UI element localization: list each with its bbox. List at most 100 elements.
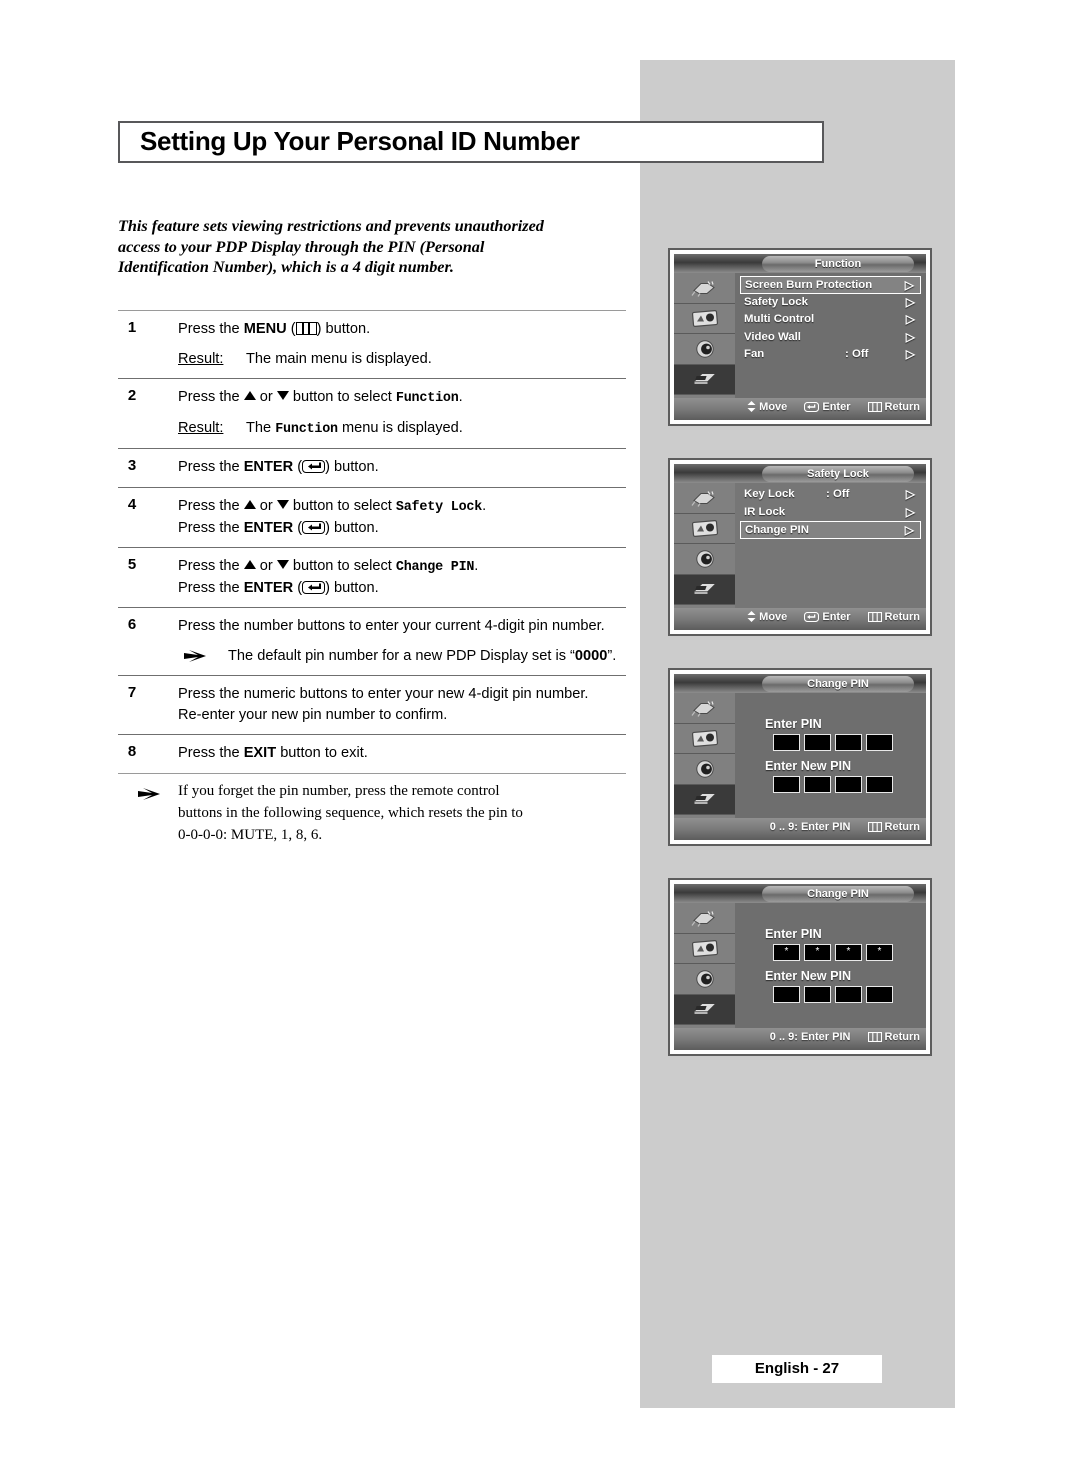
osd-item-label: Multi Control (744, 313, 815, 325)
key-label: ENTER (243, 520, 294, 536)
hint-enter: Enter (804, 611, 850, 625)
osd-menu-item[interactable]: IR Lock ▷ (740, 504, 921, 522)
arrow-up-icon (243, 560, 256, 569)
input-plug-icon[interactable] (674, 483, 735, 514)
osd-menu-item[interactable]: Video Wall ▷ (740, 329, 921, 347)
function-icon[interactable] (674, 364, 735, 395)
osd-item-value: : Off (845, 348, 869, 360)
enter-icon (302, 521, 326, 534)
pin-digit-box[interactable] (866, 734, 893, 751)
step-text: Press the (178, 459, 244, 475)
pin-digit-box[interactable] (866, 986, 893, 1003)
step-row: 6 Press the number buttons to enter your… (118, 607, 626, 675)
osd-menu-item[interactable]: Screen Burn Protection ▷ (740, 276, 921, 294)
step-text: button to exit. (276, 745, 368, 761)
pin-digit-box[interactable] (835, 986, 862, 1003)
osd-item-label: Screen Burn Protection (745, 279, 873, 291)
steps-list: 1 Press the MENU () button. Result: The m… (118, 310, 626, 774)
menu-icon (295, 322, 317, 335)
final-note-line-1: If you forget the pin number, press the … (178, 783, 500, 799)
osd-menu-item[interactable]: Fan : Off ▷ (740, 346, 921, 364)
hint-label: Enter (822, 611, 851, 623)
intro-paragraph: This feature sets viewing restrictions a… (118, 216, 638, 278)
osd-item-label: Change PIN (745, 524, 809, 536)
note-text: The default pin number for a new PDP Dis… (228, 648, 575, 664)
osd-item-label: Fan (744, 348, 765, 360)
function-icon[interactable] (674, 574, 735, 605)
osd-bottom-bar: Move Enter Return (674, 608, 926, 630)
menu-name: Function (275, 422, 338, 437)
menu-name: Function (395, 391, 459, 406)
arrow-up-icon (243, 500, 256, 509)
osd-menu-item[interactable]: Multi Control ▷ (740, 311, 921, 329)
input-plug-icon[interactable] (674, 903, 735, 934)
step-number: 5 (127, 556, 137, 573)
page-number-footer: English - 27 (712, 1355, 882, 1383)
note-text: ”. (607, 648, 617, 664)
page-title-bar: Setting Up Your Personal ID Number (118, 121, 824, 163)
menu-icon (867, 401, 882, 415)
sound-speaker-icon[interactable] (674, 964, 735, 995)
pin-digit-box[interactable] (804, 776, 831, 793)
hint-label: Return (884, 821, 920, 833)
arrow-down-icon (276, 500, 289, 509)
pin-digit-box[interactable] (773, 776, 800, 793)
chevron-right-icon: ▷ (905, 294, 915, 309)
pin-digit-box[interactable] (773, 986, 800, 1003)
result-text: The main menu is displayed. (246, 351, 432, 367)
chevron-right-icon: ▷ (904, 523, 914, 537)
pin-digit-box[interactable] (835, 776, 862, 793)
pin-section-label: Enter PIN (765, 717, 822, 731)
default-pin-value: 0000 (574, 648, 608, 664)
enter-icon (804, 401, 820, 415)
osd-menu-item[interactable]: Change PIN ▷ (740, 521, 921, 539)
osd-screenshot-function: Function Screen Burn Protection ▷ Safety… (668, 248, 932, 426)
osd-menu-body: Screen Burn Protection ▷ Safety Lock ▷ M… (735, 273, 926, 398)
hint-label: Move (759, 611, 788, 623)
page-title: Setting Up Your Personal ID Number (140, 125, 580, 156)
osd-menu-item[interactable]: Key Lock : Off ▷ (740, 486, 921, 504)
pin-digit-box[interactable]: * (835, 944, 862, 961)
osd-screenshot-change-pin-empty: Change PIN Enter PIN Enter New PIN 0 .. … (668, 668, 932, 846)
osd-title: Change PIN (762, 885, 914, 902)
step-number: 6 (127, 616, 137, 633)
picture-icon[interactable] (674, 513, 735, 544)
sound-speaker-icon[interactable] (674, 544, 735, 575)
input-plug-icon[interactable] (674, 693, 735, 724)
picture-icon[interactable] (674, 933, 735, 964)
pin-digit-box[interactable] (866, 776, 893, 793)
pin-section-label: Enter PIN (765, 927, 822, 941)
chevron-right-icon: ▷ (905, 312, 915, 326)
pin-digit-box[interactable]: * (773, 944, 800, 961)
pin-boxes-new (773, 776, 893, 793)
step-row: 3 Press the ENTER () button. (118, 448, 626, 487)
chevron-right-icon: ▷ (905, 347, 915, 361)
chevron-right-icon: ▷ (905, 504, 915, 519)
osd-title: Safety Lock (762, 465, 914, 482)
pin-digit-box[interactable]: * (804, 944, 831, 961)
sound-speaker-icon[interactable] (674, 334, 735, 365)
picture-icon[interactable] (674, 723, 735, 754)
key-label: ENTER (243, 580, 294, 596)
step-number: 4 (127, 496, 137, 513)
final-note-line-2: buttons in the following sequence, which… (178, 805, 523, 821)
pin-boxes-current (773, 734, 893, 751)
pin-digit-box[interactable] (835, 734, 862, 751)
osd-title: Function (762, 255, 914, 272)
function-icon[interactable] (674, 784, 735, 815)
picture-icon[interactable] (674, 303, 735, 334)
sound-speaker-icon[interactable] (674, 754, 735, 785)
step-number: 2 (127, 387, 137, 404)
input-plug-icon[interactable] (674, 273, 735, 304)
function-icon[interactable] (674, 994, 735, 1025)
pin-digit-box[interactable] (773, 734, 800, 751)
osd-menu-item[interactable]: Safety Lock ▷ (740, 294, 921, 312)
step-text: button to select (288, 389, 396, 405)
pin-digit-box[interactable]: * (866, 944, 893, 961)
pin-digit-box[interactable] (804, 734, 831, 751)
step-text: ) button. (325, 580, 379, 596)
pin-digit-box[interactable] (804, 986, 831, 1003)
step-text: button to select (288, 558, 396, 574)
result-text: menu is displayed. (337, 420, 463, 436)
menu-icon (867, 611, 882, 625)
